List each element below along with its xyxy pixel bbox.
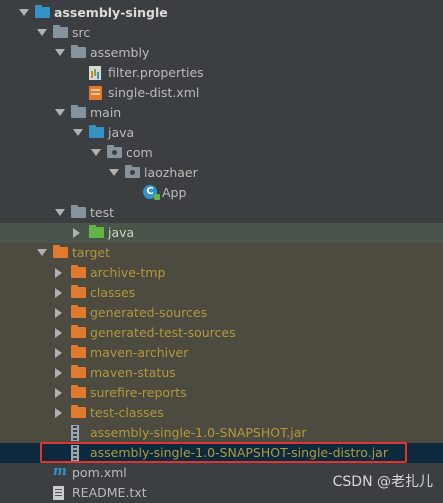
tree-row-label: surefire-reports	[90, 385, 187, 400]
collapse-arrow-icon[interactable]	[55, 268, 62, 278]
collapse-arrow-icon[interactable]	[73, 228, 80, 238]
expand-arrow-icon[interactable]	[73, 129, 83, 136]
tree-row-java-test[interactable]: java	[0, 223, 443, 243]
tree-row-test[interactable]: test	[0, 203, 443, 223]
collapse-arrow-icon[interactable]	[55, 408, 62, 418]
tree-row-label: main	[90, 105, 122, 120]
tree-row-label: maven-status	[90, 365, 176, 380]
tree-row-archive-tmp[interactable]: archive-tmp	[0, 263, 443, 283]
expand-arrow-icon[interactable]	[55, 49, 65, 56]
tree-row-label: pom.xml	[72, 465, 127, 480]
expand-arrow-icon[interactable]	[37, 29, 47, 36]
tree-row-label: generated-sources	[90, 305, 208, 320]
tree-row-label: README.txt	[72, 485, 147, 500]
tree-row-single-dist-xml[interactable]: single-dist.xml	[0, 83, 443, 103]
collapse-arrow-icon[interactable]	[55, 388, 62, 398]
java-class-icon: C	[143, 185, 160, 200]
tree-row-label: laozhaer	[144, 165, 198, 180]
folder-icon	[71, 385, 86, 398]
collapse-arrow-icon[interactable]	[55, 308, 62, 318]
tree-row-target[interactable]: target	[0, 243, 443, 263]
tree-row-generated-test-sources[interactable]: generated-test-sources	[0, 323, 443, 343]
tree-row-label: java	[108, 225, 135, 240]
highlight-annotation-box	[40, 442, 407, 463]
expand-arrow-icon[interactable]	[109, 169, 119, 176]
tree-row-label: filter.properties	[108, 65, 204, 80]
folder-icon	[71, 265, 86, 278]
expand-arrow-icon[interactable]	[19, 9, 29, 16]
folder-icon	[71, 405, 86, 418]
tree-row-label: java	[108, 125, 135, 140]
folder-icon	[89, 225, 104, 238]
tree-row-label: maven-archiver	[90, 345, 189, 360]
tree-row-label: assembly-single	[54, 5, 168, 20]
project-tree: assembly-single src assembly filter.propert…	[0, 0, 443, 503]
folder-icon	[71, 105, 86, 118]
tree-row-classes[interactable]: classes	[0, 283, 443, 303]
tree-row-assembly[interactable]: assembly	[0, 43, 443, 63]
tree-row-filter-properties[interactable]: filter.properties	[0, 63, 443, 83]
tree-row-label: com	[126, 145, 153, 160]
expand-arrow-icon[interactable]	[55, 209, 65, 216]
tree-row-label: assembly-single-1.0-SNAPSHOT.jar	[90, 425, 307, 440]
tree-row-label: src	[72, 25, 91, 40]
tree-row-com[interactable]: com	[0, 143, 443, 163]
folder-icon	[71, 345, 86, 358]
tree-row-test-classes[interactable]: test-classes	[0, 403, 443, 423]
folder-icon	[89, 125, 104, 138]
jar-file-icon	[71, 425, 79, 441]
tree-row-label: archive-tmp	[90, 265, 166, 280]
folder-icon	[71, 285, 86, 298]
maven-pom-icon: m	[53, 464, 67, 479]
text-file-icon	[53, 486, 64, 500]
package-icon	[107, 145, 122, 158]
folder-icon	[71, 305, 86, 318]
tree-row-label: test	[90, 205, 115, 220]
tree-row-laozhaer[interactable]: laozhaer	[0, 163, 443, 183]
tree-row-label: generated-test-sources	[90, 325, 236, 340]
package-icon	[125, 165, 140, 178]
tree-row-label: classes	[90, 285, 136, 300]
tree-row-label: assembly	[90, 45, 150, 60]
tree-row-generated-sources[interactable]: generated-sources	[0, 303, 443, 323]
tree-row-src[interactable]: src	[0, 23, 443, 43]
collapse-arrow-icon[interactable]	[55, 368, 62, 378]
tree-row-label: App	[162, 185, 187, 200]
folder-icon	[71, 325, 86, 338]
collapse-arrow-icon[interactable]	[55, 288, 62, 298]
properties-file-icon	[89, 66, 101, 80]
tree-row-jar-snapshot[interactable]: assembly-single-1.0-SNAPSHOT.jar	[0, 423, 443, 443]
tree-row-java-main[interactable]: java	[0, 123, 443, 143]
folder-icon	[35, 5, 50, 18]
tree-row-surefire-reports[interactable]: surefire-reports	[0, 383, 443, 403]
tree-row-app[interactable]: C App	[0, 183, 443, 203]
watermark-text: CSDN @老扎儿	[332, 474, 433, 490]
folder-icon	[71, 45, 86, 58]
tree-row-maven-archiver[interactable]: maven-archiver	[0, 343, 443, 363]
collapse-arrow-icon[interactable]	[55, 328, 62, 338]
folder-icon	[71, 365, 86, 378]
xml-file-icon	[89, 86, 102, 100]
tree-row-label: single-dist.xml	[108, 85, 200, 100]
folder-icon	[53, 25, 68, 38]
collapse-arrow-icon[interactable]	[55, 348, 62, 358]
tree-row-label: test-classes	[90, 405, 164, 420]
tree-row-label: target	[72, 245, 111, 260]
tree-row-maven-status[interactable]: maven-status	[0, 363, 443, 383]
tree-row-main[interactable]: main	[0, 103, 443, 123]
expand-arrow-icon[interactable]	[55, 109, 65, 116]
folder-icon	[71, 205, 86, 218]
tree-row-assembly-single[interactable]: assembly-single	[0, 3, 443, 23]
expand-arrow-icon[interactable]	[37, 249, 47, 256]
folder-icon	[53, 245, 68, 258]
expand-arrow-icon[interactable]	[91, 149, 101, 156]
